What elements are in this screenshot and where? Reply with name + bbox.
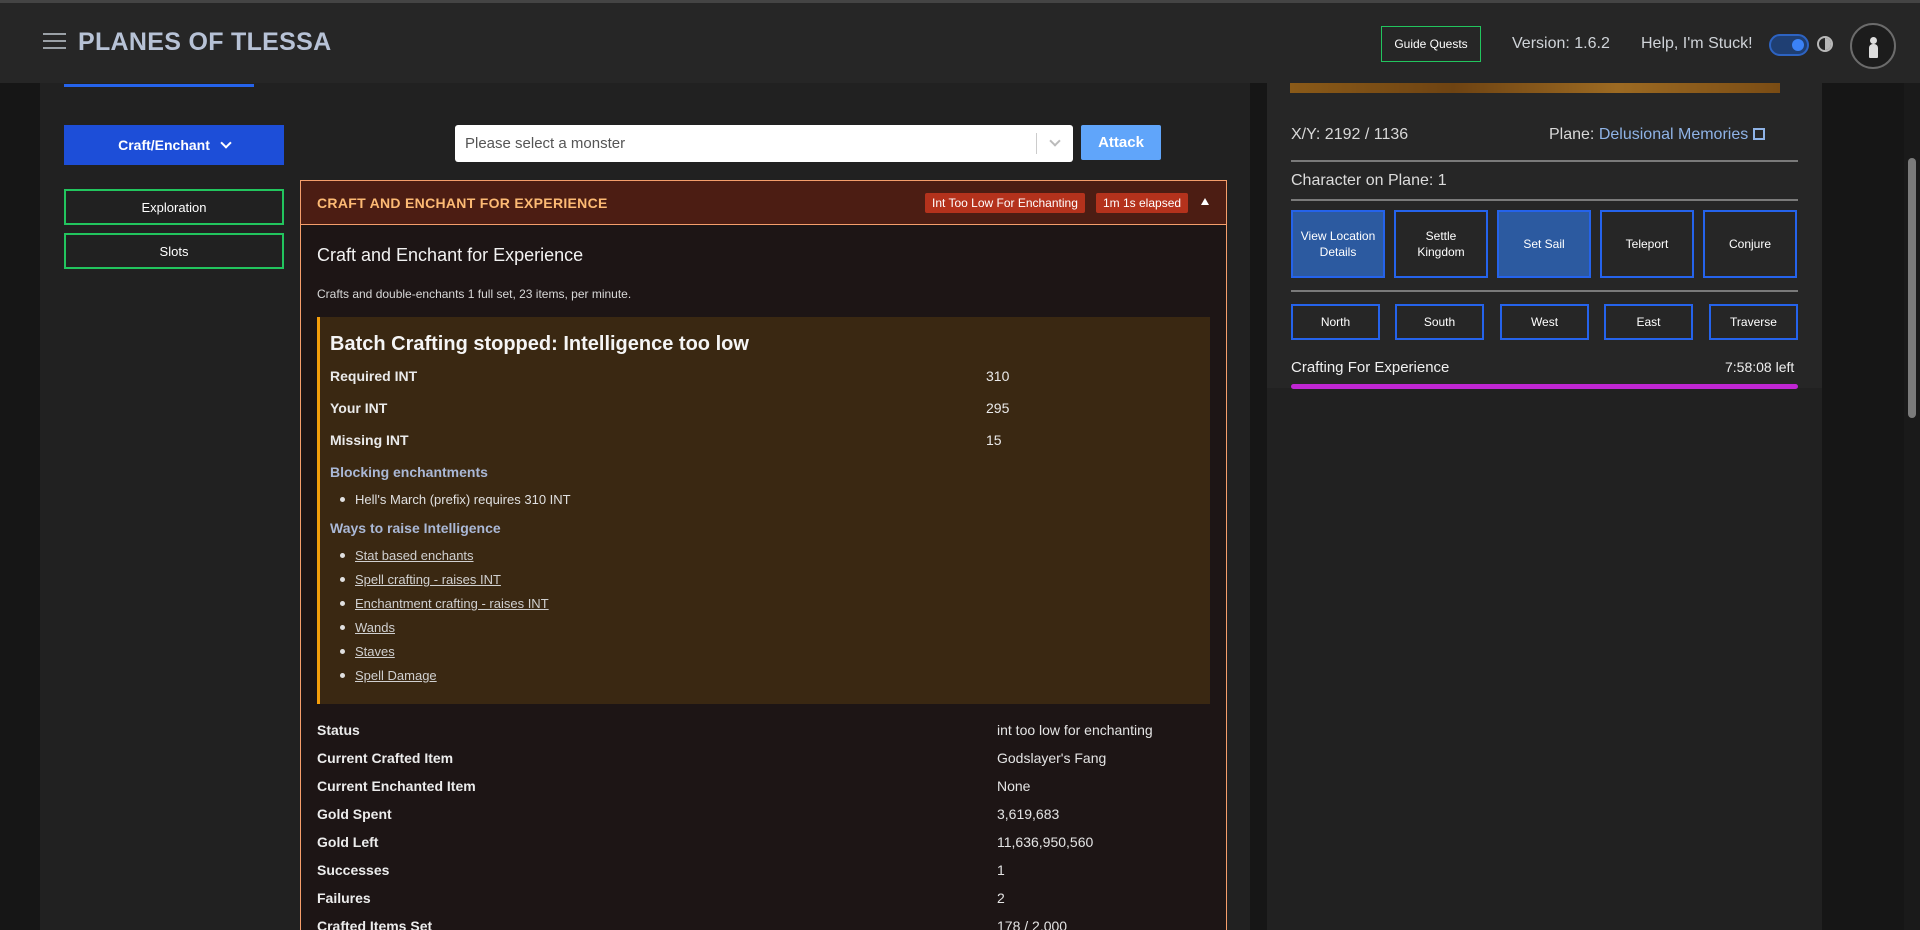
way-link[interactable]: Spell crafting - raises INT [340,572,501,587]
way-link[interactable]: Stat based enchants [340,548,474,563]
stat-value: Godslayer's Fang [997,750,1107,766]
map-image[interactable] [1290,83,1780,93]
guide-quests-button[interactable]: Guide Quests [1381,26,1481,62]
batch-stopped-panel: Batch Crafting stopped: Intelligence too… [317,317,1210,704]
divider [1291,160,1798,162]
divider [1291,290,1798,292]
set-sail-button[interactable]: Set Sail [1497,210,1591,278]
divider [1291,199,1798,201]
missing-int-label: Missing INT [330,432,409,448]
select-separator [1036,133,1037,154]
plane-info: Plane: Delusional Memories [1549,126,1766,144]
character-on-plane: Character on Plane: 1 [1291,172,1447,189]
scrollbar-thumb[interactable] [1908,158,1916,418]
plane-link[interactable]: Delusional Memories [1599,126,1748,143]
version-link[interactable]: Version: 1.6.2 [1512,35,1610,53]
external-link-icon[interactable] [1753,128,1766,140]
help-link[interactable]: Help, I'm Stuck! [1641,35,1753,53]
stat-label: Successes [317,862,390,878]
stat-label: Current Crafted Item [317,750,454,766]
coordinates-readout: X/Y: 2192 / 1136 [1291,126,1409,143]
monster-select[interactable]: Please select a monster [455,125,1073,162]
blocking-item: Hell's March (prefix) requires 310 INT [340,492,571,507]
required-int-value: 310 [986,368,1010,384]
craft-enchant-dropdown-button[interactable]: Craft/Enchant [64,125,284,165]
stat-value: 1 [997,862,1005,878]
view-location-details-button[interactable]: View Location Details [1291,210,1385,278]
exploration-button[interactable]: Exploration [64,189,284,225]
stat-value: 11,636,950,560 [997,834,1094,850]
way-link[interactable]: Enchantment crafting - raises INT [340,596,549,611]
active-tab-indicator [64,84,254,87]
required-int-label: Required INT [330,368,418,384]
settle-kingdom-button[interactable]: Settle Kingdom [1394,210,1488,278]
plane-label: Plane: [1549,126,1595,143]
card-header[interactable]: CRAFT AND ENCHANT FOR EXPERIENCE Int Too… [301,181,1226,225]
monster-select-placeholder: Please select a monster [465,135,626,152]
conjure-button[interactable]: Conjure [1703,210,1797,278]
stopped-heading: Batch Crafting stopped: Intelligence too… [330,333,749,355]
south-button[interactable]: South [1395,304,1484,340]
status-badge: Int Too Low For Enchanting [925,193,1085,213]
theme-toggle[interactable] [1769,34,1809,56]
missing-int-value: 15 [986,432,1002,448]
stat-label: Crafted Items Set [317,918,433,930]
character-avatar-button[interactable] [1850,23,1896,69]
stat-label: Gold Left [317,834,379,850]
east-button[interactable]: East [1604,304,1693,340]
ways-heading: Ways to raise Intelligence [330,520,501,536]
crafting-timer-value: 7:58:08 left [1725,359,1795,375]
blocking-heading: Blocking enchantments [330,464,488,480]
west-button[interactable]: West [1500,304,1589,340]
craft-enchant-label: Craft/Enchant [118,137,210,153]
collapse-triangle-icon[interactable] [1201,198,1209,205]
elapsed-badge: 1m 1s elapsed [1096,193,1189,213]
brand-title[interactable]: PLANES OF TLESSA [78,28,331,57]
stat-label: Current Enchanted Item [317,778,476,794]
crafting-progress-bar [1291,384,1798,389]
traverse-button[interactable]: Traverse [1709,304,1798,340]
chevron-down-icon [1049,135,1061,147]
stat-value: 3,619,683 [997,806,1060,822]
north-button[interactable]: North [1291,304,1380,340]
card-description: Crafts and double-enchants 1 full set, 2… [317,287,632,301]
craft-enchant-card: CRAFT AND ENCHANT FOR EXPERIENCE Int Too… [300,180,1227,930]
slots-button[interactable]: Slots [64,233,284,269]
stat-value: None [997,778,1031,794]
stat-label: Gold Spent [317,806,392,822]
teleport-button[interactable]: Teleport [1600,210,1694,278]
stat-value: 178 / 2,000 [997,918,1068,930]
contrast-icon [1817,36,1833,52]
top-header: PLANES OF TLESSA Guide Quests Version: 1… [0,0,1920,83]
crafting-timer-label: Crafting For Experience [1291,359,1450,376]
way-link[interactable]: Wands [340,620,395,635]
attack-button[interactable]: Attack [1081,125,1161,160]
stat-label: Failures [317,890,371,906]
your-int-value: 295 [986,400,1010,416]
way-link[interactable]: Spell Damage [340,668,437,683]
chevron-down-icon [220,137,232,149]
card-title: Craft and Enchant for Experience [317,245,584,265]
your-int-label: Your INT [330,400,388,416]
way-link[interactable]: Staves [340,644,395,659]
stat-label: Status [317,722,360,738]
stat-value: 2 [997,890,1005,906]
card-header-title: CRAFT AND ENCHANT FOR EXPERIENCE [317,195,608,211]
hamburger-menu-icon[interactable] [43,33,66,51]
stat-value: int too low for enchanting [997,722,1153,738]
